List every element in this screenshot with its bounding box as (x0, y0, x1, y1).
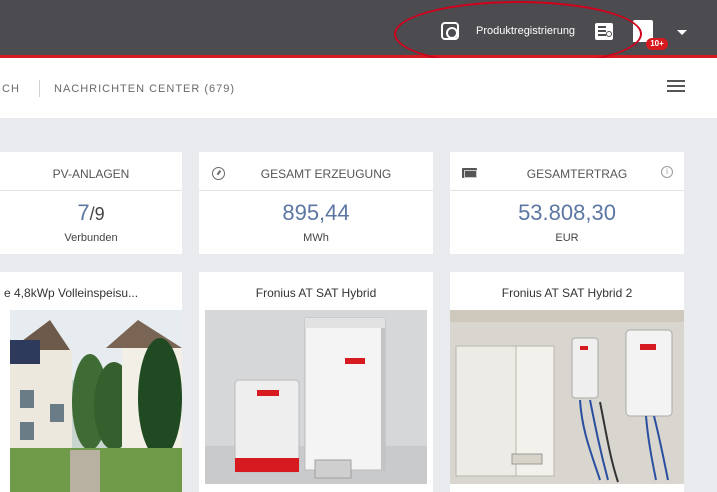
subnav-divider (39, 80, 40, 97)
chevron-down-icon[interactable] (677, 30, 687, 35)
stat-card-title: GESAMTERTRAG (526, 167, 628, 181)
subnav-item-partial[interactable]: CH (2, 83, 20, 95)
system-card-title: Fronius AT SAT Hybrid (255, 286, 377, 300)
system-card-title: e 4,8kWp Volleinspeisu... (4, 286, 139, 300)
installation-photo (450, 310, 684, 484)
stat-value: 895,44 (282, 200, 350, 225)
stat-card-pv-systems[interactable]: PV-ANLAGEN 7/9 Verbunden (0, 152, 182, 254)
stat-value-total: /9 (89, 204, 105, 224)
system-card[interactable]: Fronius AT SAT Hybrid 2 (450, 272, 684, 492)
stat-subtitle: Verbunden (64, 232, 118, 244)
system-card-title: Fronius AT SAT Hybrid 2 (501, 286, 633, 300)
list-icon[interactable] (667, 79, 685, 94)
stat-value-connected: 7 (77, 200, 90, 225)
stat-card-total-yield[interactable]: GESAMTERTRAG 53.808,30 EUR (450, 152, 684, 254)
stat-value: 7/9 (0, 200, 182, 226)
money-icon (462, 168, 477, 178)
stat-subtitle: EUR (555, 232, 579, 244)
notification-badge: 10+ (646, 38, 668, 50)
stat-value: 53.808,30 (518, 200, 616, 225)
stat-subtitle: MWh (303, 232, 329, 244)
gauge-icon (212, 167, 225, 180)
stat-card-total-generation[interactable]: GESAMT ERZEUGUNG 895,44 MWh (199, 152, 433, 254)
stat-card-title: PV-ANLAGEN (52, 167, 130, 181)
system-card[interactable]: Fronius AT SAT Hybrid (199, 272, 433, 492)
stat-card-title: GESAMT ERZEUGUNG (260, 167, 392, 181)
card-divider (0, 190, 182, 191)
inverter-photo (205, 310, 427, 484)
house-photo (10, 310, 182, 492)
info-icon[interactable]: i (661, 166, 673, 178)
card-divider (199, 190, 433, 191)
card-divider (450, 190, 684, 191)
system-card[interactable]: e 4,8kWp Volleinspeisu... (0, 272, 182, 492)
subnav-item-message-center[interactable]: NACHRICHTEN CENTER (679) (54, 83, 235, 95)
